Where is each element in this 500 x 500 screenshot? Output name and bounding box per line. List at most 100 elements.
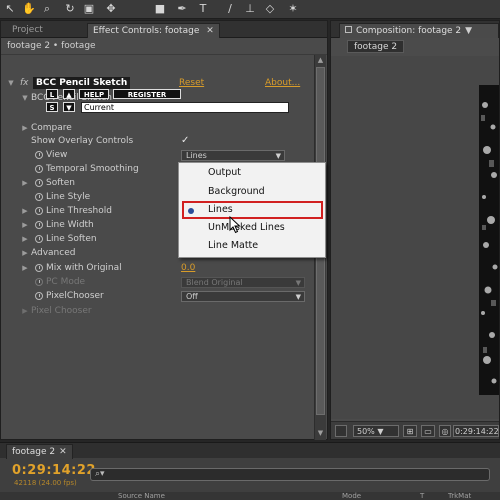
expand-triangle-icon[interactable]: ▶ xyxy=(21,218,29,232)
chevron-down-icon[interactable]: ▼ xyxy=(465,26,472,36)
type-tool-icon[interactable]: T xyxy=(196,2,210,16)
property-label: View xyxy=(46,150,68,160)
stopwatch-icon[interactable] xyxy=(35,264,43,272)
expand-triangle-icon[interactable]: ▶ xyxy=(21,232,29,246)
mix-value[interactable]: 0.0 xyxy=(181,261,195,275)
fx-toggle-icon[interactable]: fx xyxy=(20,76,32,90)
close-icon[interactable]: ✕ xyxy=(59,447,67,457)
stopwatch-icon[interactable] xyxy=(35,292,43,300)
property-label: Line Threshold xyxy=(46,206,112,216)
column-mode[interactable]: Mode xyxy=(342,492,361,500)
property-row-show-overlay-controls: Show Overlay Controls xyxy=(1,134,313,148)
timeline-column-header: Source Name Mode T TrkMat xyxy=(0,492,500,500)
expand-triangle-icon[interactable]: ▶ xyxy=(21,204,29,218)
reset-link[interactable]: Reset xyxy=(179,76,204,90)
menu-item-output[interactable]: Output xyxy=(179,164,325,182)
property-label: Compare xyxy=(31,123,72,133)
viewer-toolbar: 50% ▼ ⊞ ▭ ◎ 0:29:14:22 xyxy=(331,421,499,439)
stopwatch-icon[interactable] xyxy=(35,179,43,187)
timeline-tabbar: footage 2 ✕ xyxy=(0,443,500,459)
zoom-tool-icon[interactable]: ⌕ xyxy=(40,2,54,16)
pixelchooser-dropdown[interactable]: Off ▼ xyxy=(181,291,305,302)
down-arrow-button[interactable]: ▼ xyxy=(63,102,75,112)
rectangle-tool-icon[interactable]: ■ xyxy=(153,2,167,16)
tab-effect-controls[interactable]: Effect Controls: footage ✕ xyxy=(87,23,220,38)
menu-item-unmasked-lines[interactable]: UnMasked Lines xyxy=(179,219,325,237)
pen-tool-icon[interactable]: ✒ xyxy=(175,2,189,16)
grid-icon[interactable]: ⊞ xyxy=(403,425,417,437)
view-dropdown[interactable]: Lines ▼ xyxy=(181,150,285,161)
mouse-cursor-icon xyxy=(229,216,241,234)
scroll-down-icon[interactable]: ▼ xyxy=(315,428,326,439)
expand-triangle-icon: ▶ xyxy=(22,307,28,315)
stopwatch-icon[interactable] xyxy=(35,193,43,201)
footage-preview-image xyxy=(479,85,499,395)
preset-field[interactable]: Current xyxy=(81,102,289,113)
divider xyxy=(1,54,327,55)
up-arrow-button[interactable]: ▲ xyxy=(63,89,75,99)
property-label: Line Width xyxy=(46,220,94,230)
tab-project[interactable]: Project xyxy=(7,23,48,38)
menu-item-background[interactable]: Background xyxy=(179,183,325,201)
camera-tool-icon[interactable]: ▣ xyxy=(82,2,96,16)
hand-tool-icon[interactable]: ✋ xyxy=(22,2,36,16)
expand-triangle-icon[interactable]: ▶ xyxy=(21,246,29,260)
close-icon[interactable]: ✕ xyxy=(206,26,214,36)
selection-tool-icon[interactable]: ↖ xyxy=(3,2,17,16)
expand-triangle-icon[interactable]: ▶ xyxy=(21,176,29,190)
s-button[interactable]: S xyxy=(46,102,58,112)
lock-icon[interactable] xyxy=(345,26,352,33)
menu-item-lines[interactable]: Lines xyxy=(179,201,325,219)
stopwatch-icon[interactable] xyxy=(35,221,43,229)
column-source-name[interactable]: Source Name xyxy=(118,492,165,500)
help-button[interactable]: HELP xyxy=(79,89,109,99)
timeline-timecode[interactable]: 0:29:14:22 xyxy=(12,463,96,478)
eraser-tool-icon[interactable]: ◇ xyxy=(263,2,277,16)
view-dropdown-value: Lines xyxy=(186,151,207,160)
timeline-search-input[interactable]: ⌕▾ xyxy=(90,468,490,481)
property-label: Line Soften xyxy=(46,234,97,244)
tab-composition-label: Composition: footage 2 xyxy=(356,26,462,36)
expand-triangle-icon[interactable]: ▶ xyxy=(21,261,29,275)
rotate-tool-icon[interactable]: ↻ xyxy=(63,2,77,16)
l-button[interactable]: L xyxy=(46,89,58,99)
tab-timeline-label: footage 2 xyxy=(12,447,56,457)
menu-item-line-matte[interactable]: Line Matte xyxy=(179,237,325,255)
effect-name[interactable]: BCC Pencil Sketch xyxy=(33,77,131,89)
expand-triangle-icon[interactable]: ▶ xyxy=(21,121,29,135)
overlay-checkbox[interactable]: ✓ xyxy=(181,136,191,146)
region-of-interest-icon[interactable] xyxy=(335,425,347,437)
camera-snapshot-icon[interactable]: ◎ xyxy=(439,425,451,437)
stopwatch-icon[interactable] xyxy=(35,207,43,215)
tools-toolbar: ↖ ✋ ⌕ ↻ ▣ ✥ ■ ✒ T ∕ ⊥ ◇ ✶ xyxy=(0,0,500,19)
mask-icon[interactable]: ▭ xyxy=(421,425,435,437)
column-trkmat[interactable]: TrkMat xyxy=(448,492,471,500)
about-link[interactable]: About... xyxy=(265,76,300,90)
expand-triangle-icon[interactable]: ▼ xyxy=(21,91,29,105)
register-button[interactable]: REGISTER xyxy=(113,89,181,99)
zoom-dropdown[interactable]: 50% ▼ xyxy=(353,425,399,437)
view-dropdown-menu: Output Background Lines UnMasked Lines L… xyxy=(178,162,326,258)
stopwatch-icon[interactable] xyxy=(35,165,43,173)
brush-tool-icon[interactable]: ∕ xyxy=(223,2,237,16)
expand-triangle-icon[interactable]: ▼ xyxy=(7,76,15,90)
current-time-display[interactable]: 0:29:14:22 xyxy=(453,425,499,437)
timeline-panel: footage 2 ✕ 0:29:14:22 42118 (24.00 fps) … xyxy=(0,442,500,500)
tab-composition[interactable]: Composition: footage 2 ▼ xyxy=(339,23,499,38)
tab-timeline-footage-2[interactable]: footage 2 ✕ xyxy=(6,444,73,459)
pan-behind-tool-icon[interactable]: ✥ xyxy=(104,2,118,16)
search-icon: ⌕▾ xyxy=(95,469,105,479)
stopwatch-icon[interactable] xyxy=(35,235,43,243)
left-panel-tabbar: Project Effect Controls: footage ✕ xyxy=(1,21,327,38)
scroll-up-icon[interactable]: ▲ xyxy=(315,55,326,66)
stopwatch-icon xyxy=(35,278,43,286)
zoom-value: 50% xyxy=(357,427,375,436)
puppet-tool-icon[interactable]: ✶ xyxy=(286,2,300,16)
stopwatch-icon[interactable] xyxy=(35,151,43,159)
footage-tab[interactable]: footage 2 xyxy=(347,40,405,53)
after-effects-window: ↖ ✋ ⌕ ↻ ▣ ✥ ■ ✒ T ∕ ⊥ ◇ ✶ Project Effect… xyxy=(0,0,500,500)
clone-stamp-tool-icon[interactable]: ⊥ xyxy=(243,2,257,16)
right-panel-tabbar: Composition: footage 2 ▼ xyxy=(331,21,499,38)
column-t[interactable]: T xyxy=(420,492,424,500)
composition-viewer[interactable] xyxy=(331,56,499,419)
